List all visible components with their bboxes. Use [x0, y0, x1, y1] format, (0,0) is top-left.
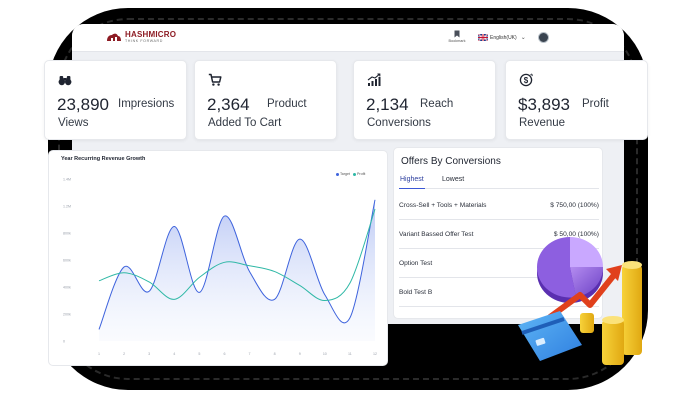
- top-bar: HASHMICRO THINK FORWARD Bookmark English…: [72, 24, 624, 52]
- logo-name: HASHMICRO: [125, 30, 177, 39]
- offer-value: $ 750,00 (100%): [550, 202, 599, 209]
- bookmark-label: Bookmark: [448, 39, 466, 43]
- offer-name: Bold Test B: [399, 289, 433, 296]
- binoculars-icon: [58, 76, 72, 86]
- user-avatar[interactable]: [538, 32, 549, 43]
- x-tick-label: 5: [198, 352, 200, 356]
- series-area-target: [99, 199, 375, 341]
- x-tick-label: 6: [223, 352, 225, 356]
- y-tick-label: 600k: [63, 259, 71, 263]
- stat-unit: Impresions: [118, 98, 175, 110]
- stat-unit: Profit: [582, 98, 609, 110]
- stat-unit: Product: [267, 98, 307, 110]
- company-logo[interactable]: HASHMICRO THINK FORWARD: [106, 31, 176, 44]
- y-tick-label: 1.4M: [63, 178, 71, 182]
- stat-value: $3,893: [518, 95, 570, 114]
- stat-value: 2,134: [366, 95, 409, 114]
- stat-subtitle: Conversions: [367, 117, 431, 129]
- stat-value: 2,364: [207, 95, 250, 114]
- bookmark-button[interactable]: Bookmark: [446, 30, 468, 43]
- revenue-icon: $: [519, 73, 533, 87]
- stat-subtitle: Added To Cart: [208, 117, 282, 129]
- tab-lowest[interactable]: Lowest: [441, 176, 465, 189]
- x-tick-label: 2: [123, 352, 125, 356]
- stat-card-views[interactable]: 23,890 Impresions Views: [44, 60, 187, 140]
- language-selector[interactable]: English(UK) ⌄: [478, 34, 526, 41]
- chevron-down-icon: ⌄: [520, 35, 526, 41]
- x-tick-label: 12: [373, 352, 377, 356]
- stat-subtitle: Revenue: [519, 117, 566, 129]
- credit-card-icon: [518, 311, 582, 361]
- stat-value: 23,890: [57, 95, 109, 114]
- offers-title: Offers By Conversions: [401, 156, 501, 167]
- offer-name: Option Test: [399, 260, 433, 267]
- stat-unit: Reach: [420, 98, 454, 110]
- offer-name: Variant Bassed Offer Test: [399, 231, 474, 238]
- tab-highest[interactable]: Highest: [399, 176, 425, 189]
- bar-chart-icon: [367, 73, 381, 86]
- pie-chart-3d-icon: [536, 237, 604, 303]
- revenue-growth-chart-card: Year Recurring Revenue Growth Target Pro…: [48, 150, 388, 366]
- y-tick-label: 800k: [63, 232, 71, 236]
- stat-card-conversions[interactable]: 2,134 Reach Conversions: [353, 60, 496, 140]
- y-tick-label: 200k: [63, 313, 71, 317]
- stat-card-revenue[interactable]: $ $3,893 Profit Revenue: [505, 60, 648, 140]
- svg-text:$: $: [524, 76, 529, 85]
- logo-tagline: THINK FORWARD: [125, 39, 163, 43]
- language-label: English(UK): [490, 34, 517, 41]
- stat-subtitle: Views: [58, 117, 89, 129]
- x-tick-label: 1: [98, 352, 100, 356]
- y-tick-label: 1.2M: [63, 205, 71, 209]
- x-tick-label: 4: [173, 352, 175, 356]
- uk-flag-icon: [478, 34, 488, 41]
- x-tick-label: 3: [148, 352, 150, 356]
- offer-row[interactable]: Cross-Sell + Tools + Materials $ 750,00 …: [399, 191, 599, 220]
- logo-mark-icon: [107, 33, 121, 42]
- y-tick-label: 0: [63, 340, 65, 344]
- offer-name: Cross-Sell + Tools + Materials: [399, 202, 487, 209]
- finance-illustration: [518, 237, 642, 365]
- offers-tabs: Highest Lowest: [399, 176, 599, 189]
- stat-card-added-to-cart[interactable]: 2,364 Product Added To Cart: [194, 60, 337, 140]
- y-tick-label: 400k: [63, 286, 71, 290]
- x-tick-label: 10: [323, 352, 327, 356]
- x-tick-label: 8: [274, 352, 276, 356]
- x-tick-label: 9: [299, 352, 301, 356]
- x-tick-label: 11: [348, 352, 352, 356]
- bookmark-icon: [454, 30, 460, 38]
- chart-plot: 0200k400k600k800k1.2M1.4M1 2 3 4 5 6 7 8 9 10 11 12: [63, 178, 377, 357]
- x-tick-label: 7: [249, 352, 251, 356]
- cart-icon: [208, 73, 222, 86]
